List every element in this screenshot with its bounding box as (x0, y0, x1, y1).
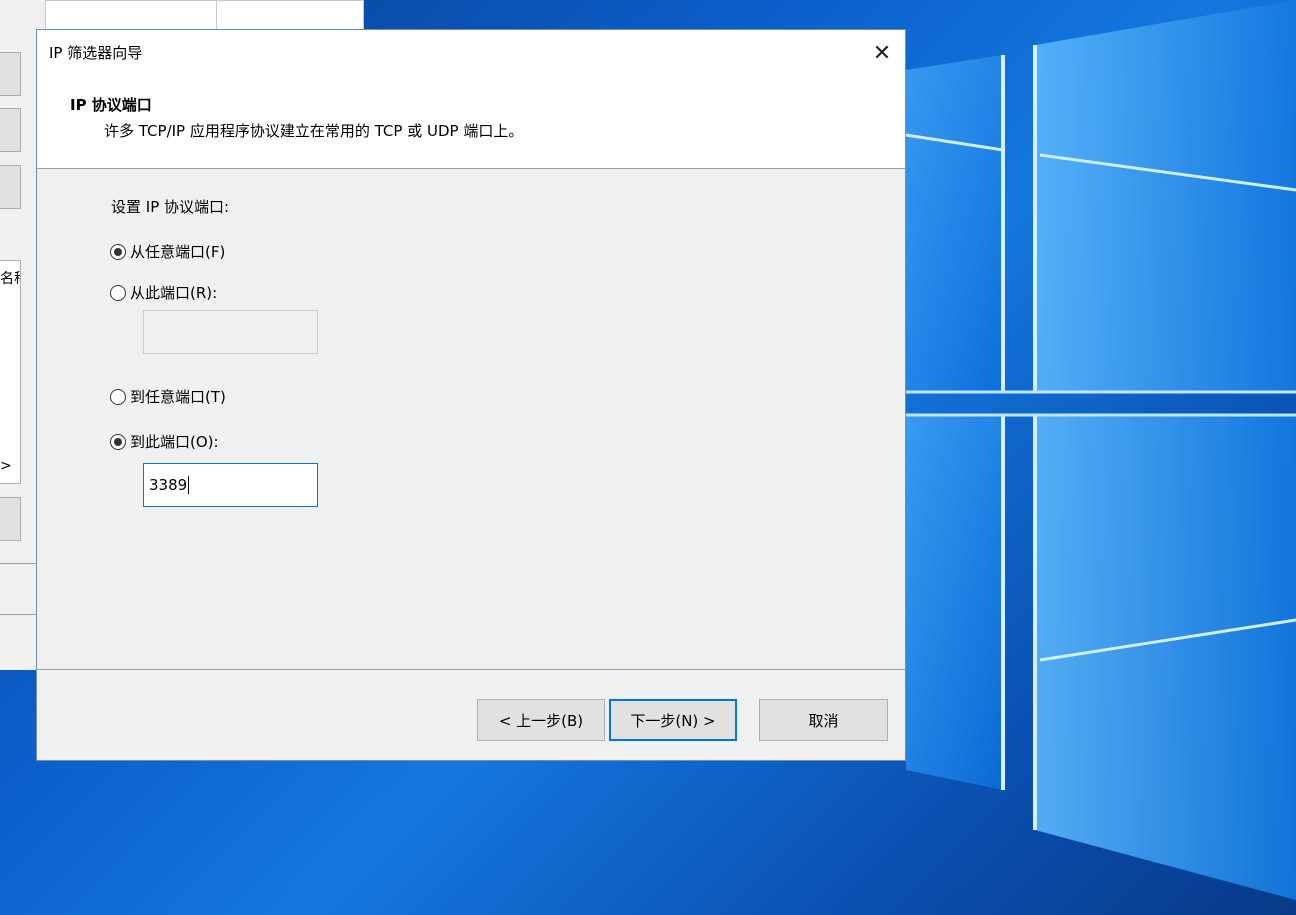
radio-selected-icon[interactable] (110, 243, 126, 260)
to-port-input[interactable]: 3389 (143, 463, 318, 507)
to-this-port-option[interactable]: 到此端口(O): (110, 431, 219, 452)
divider (0, 614, 36, 615)
wizard-header: IP 协议端口 许多 TCP/IP 应用程序协议建立在常用的 TCP 或 UDP… (37, 76, 905, 169)
to-any-port-label: 到任意端口(T) (130, 388, 226, 406)
background-column-header: 名称 (0, 271, 20, 287)
close-icon: ✕ (872, 40, 892, 66)
background-button[interactable] (0, 108, 21, 152)
background-list[interactable] (0, 260, 21, 484)
background-button[interactable] (0, 497, 21, 541)
back-button[interactable]: < 上一步(B) (477, 699, 605, 741)
radio-unselected-icon[interactable] (110, 284, 126, 301)
port-section-label: 设置 IP 协议端口: (111, 198, 230, 216)
from-this-port-option[interactable]: 从此端口(R): (110, 282, 217, 303)
background-header-cell (216, 0, 364, 30)
radio-unselected-icon[interactable] (110, 388, 126, 405)
title-bar[interactable]: IP 筛选器向导 ✕ (37, 30, 905, 76)
radio-selected-icon[interactable] (110, 433, 126, 450)
scroll-right-icon[interactable]: > (0, 458, 12, 474)
page-subtitle: 许多 TCP/IP 应用程序协议建立在常用的 TCP 或 UDP 端口上。 (104, 122, 524, 140)
page-title: IP 协议端口 (70, 96, 152, 114)
next-button[interactable]: 下一步(N) > (609, 699, 737, 741)
background-button[interactable] (0, 165, 21, 209)
ip-filter-wizard-dialog: IP 筛选器向导 ✕ IP 协议端口 许多 TCP/IP 应用程序协议建立在常用… (36, 29, 906, 761)
to-any-port-option[interactable]: 到任意端口(T) (110, 386, 226, 407)
background-header-cell (45, 0, 217, 30)
from-any-port-label: 从任意端口(F) (130, 243, 226, 261)
from-any-port-option[interactable]: 从任意端口(F) (110, 241, 225, 262)
close-button[interactable]: ✕ (859, 30, 905, 76)
text-caret (188, 476, 190, 494)
footer-divider (37, 669, 905, 670)
from-this-port-label: 从此端口(R): (130, 284, 218, 302)
to-this-port-label: 到此端口(O): (130, 433, 219, 451)
from-port-input[interactable] (143, 310, 318, 354)
window-title: IP 筛选器向导 (49, 44, 143, 62)
to-port-value: 3389 (149, 476, 188, 494)
cancel-button[interactable]: 取消 (759, 699, 888, 741)
background-button[interactable] (0, 52, 21, 96)
divider (0, 563, 36, 564)
